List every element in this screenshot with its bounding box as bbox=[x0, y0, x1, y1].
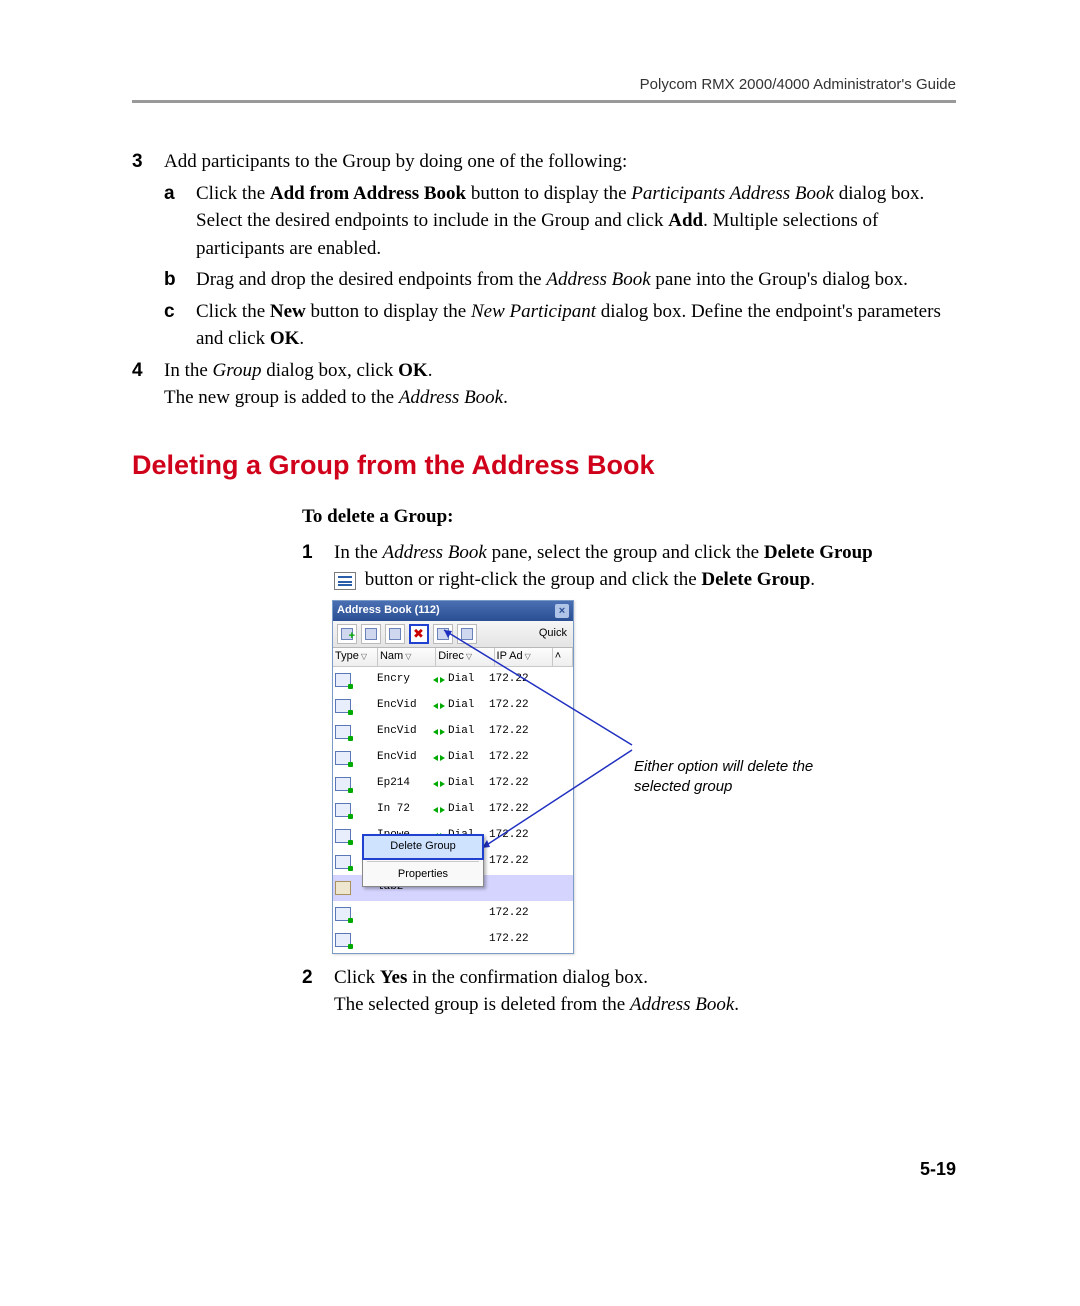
page-number: 5-19 bbox=[920, 1159, 956, 1180]
participant-icon bbox=[335, 803, 351, 817]
row-name: Ep214 bbox=[375, 776, 431, 792]
dial-arrow-icon bbox=[433, 779, 445, 789]
col-type[interactable]: Type▽ bbox=[333, 648, 378, 666]
participant-icon bbox=[335, 673, 351, 687]
row-ip: 172.22 bbox=[487, 828, 543, 844]
row-direction: Dial bbox=[431, 750, 487, 766]
participant-icon bbox=[335, 855, 351, 869]
context-delete-group[interactable]: Delete Group bbox=[362, 834, 484, 860]
callout-text: Either option will delete the selected g… bbox=[634, 757, 854, 796]
step-3a-letter: a bbox=[164, 180, 196, 263]
new-participant-icon[interactable] bbox=[337, 624, 357, 644]
col-direction[interactable]: Direc▽ bbox=[436, 648, 494, 666]
participant-icon bbox=[335, 907, 351, 921]
table-row[interactable]: EncryDial172.22 bbox=[333, 667, 573, 693]
toolbar-btn-2-icon[interactable] bbox=[361, 624, 381, 644]
row-ip: 172.22 bbox=[487, 698, 543, 714]
row-name: Encry bbox=[375, 672, 431, 688]
dial-arrow-icon bbox=[433, 701, 445, 711]
col-ip[interactable]: IP Ad▽ bbox=[495, 648, 553, 666]
step-3b-text: Drag and drop the desired endpoints from… bbox=[196, 266, 956, 294]
address-book-columns: Type▽ Nam▽ Direc▽ IP Ad▽ ˄ bbox=[333, 648, 573, 667]
row-direction: Dial bbox=[431, 698, 487, 714]
row-direction: Dial bbox=[431, 802, 487, 818]
toolbar-btn-5-icon[interactable] bbox=[433, 624, 453, 644]
del-step-2-number: 2 bbox=[302, 964, 334, 1019]
row-name: EncVid bbox=[375, 724, 431, 740]
step-3c-text: Click the New button to display the New … bbox=[196, 298, 956, 353]
step-3-number: 3 bbox=[132, 148, 164, 176]
address-book-toolbar: Quick bbox=[333, 621, 573, 648]
row-ip: 172.22 bbox=[487, 906, 543, 922]
procedure-lead: To delete a Group: bbox=[302, 503, 956, 531]
delete-group-icon[interactable] bbox=[409, 624, 429, 644]
row-ip: 172.22 bbox=[487, 672, 543, 688]
toolbar-btn-6-icon[interactable] bbox=[457, 624, 477, 644]
step-3a-text: Click the Add from Address Book button t… bbox=[196, 180, 956, 263]
address-book-title: Address Book (112) bbox=[337, 603, 440, 619]
address-book-titlebar: Address Book (112) × bbox=[333, 601, 573, 621]
context-separator bbox=[367, 861, 479, 862]
row-ip: 172.22 bbox=[487, 724, 543, 740]
header-rule bbox=[132, 100, 956, 103]
table-row[interactable]: EncVidDial172.22 bbox=[333, 693, 573, 719]
participant-icon bbox=[335, 699, 351, 713]
step-3-text: Add participants to the Group by doing o… bbox=[164, 148, 956, 176]
participant-icon bbox=[335, 751, 351, 765]
del-step-1-number: 1 bbox=[302, 539, 334, 594]
dial-arrow-icon bbox=[433, 753, 445, 763]
scroll-up-icon[interactable]: ˄ bbox=[553, 648, 573, 666]
row-direction: Dial bbox=[431, 724, 487, 740]
del-step-2-text: Click Yes in the confirmation dialog box… bbox=[334, 964, 956, 1019]
row-direction: Dial bbox=[431, 776, 487, 792]
table-row[interactable]: 172.22 bbox=[333, 901, 573, 927]
close-icon[interactable]: × bbox=[555, 604, 569, 618]
context-menu: Delete Group Properties bbox=[362, 834, 484, 887]
row-name: In 72 bbox=[375, 802, 431, 818]
address-book-panel: Address Book (112) × Quick Type▽ bbox=[332, 600, 574, 954]
row-ip: 172.22 bbox=[487, 932, 543, 948]
table-row[interactable]: In 72Dial172.22 bbox=[333, 797, 573, 823]
row-ip: 172.22 bbox=[487, 776, 543, 792]
row-ip: 172.22 bbox=[487, 854, 543, 870]
row-name: EncVid bbox=[375, 750, 431, 766]
table-row[interactable]: Ep214Dial172.22 bbox=[333, 771, 573, 797]
participant-icon bbox=[335, 725, 351, 739]
header-guide-title: Polycom RMX 2000/4000 Administrator's Gu… bbox=[640, 76, 956, 93]
row-name: EncVid bbox=[375, 698, 431, 714]
section-heading-delete-group: Deleting a Group from the Address Book bbox=[132, 446, 956, 485]
step-4-number: 4 bbox=[132, 357, 164, 412]
dial-arrow-icon bbox=[433, 675, 445, 685]
table-row[interactable]: 172.22 bbox=[333, 927, 573, 953]
participant-icon bbox=[335, 777, 351, 791]
context-properties[interactable]: Properties bbox=[363, 864, 483, 886]
delete-group-toolbar-icon bbox=[334, 572, 356, 590]
row-ip: 172.22 bbox=[487, 802, 543, 818]
dial-arrow-icon bbox=[433, 805, 445, 815]
step-4-text: In the Group dialog box, click OK. The n… bbox=[164, 357, 956, 412]
participant-icon bbox=[335, 829, 351, 843]
address-book-rows: EncryDial172.22EncVidDial172.22EncVidDia… bbox=[333, 667, 573, 953]
row-ip: 172.22 bbox=[487, 750, 543, 766]
row-direction: Dial bbox=[431, 672, 487, 688]
col-name[interactable]: Nam▽ bbox=[378, 648, 436, 666]
group-icon bbox=[335, 881, 351, 895]
del-step-1-text: In the Address Book pane, select the gro… bbox=[334, 539, 956, 594]
table-row[interactable]: EncVidDial172.22 bbox=[333, 745, 573, 771]
step-3b-letter: b bbox=[164, 266, 196, 294]
participant-icon bbox=[335, 933, 351, 947]
step-3c-letter: c bbox=[164, 298, 196, 353]
toolbar-btn-3-icon[interactable] bbox=[385, 624, 405, 644]
dial-arrow-icon bbox=[433, 727, 445, 737]
table-row[interactable]: EncVidDial172.22 bbox=[333, 719, 573, 745]
quick-search-label[interactable]: Quick bbox=[539, 626, 569, 642]
